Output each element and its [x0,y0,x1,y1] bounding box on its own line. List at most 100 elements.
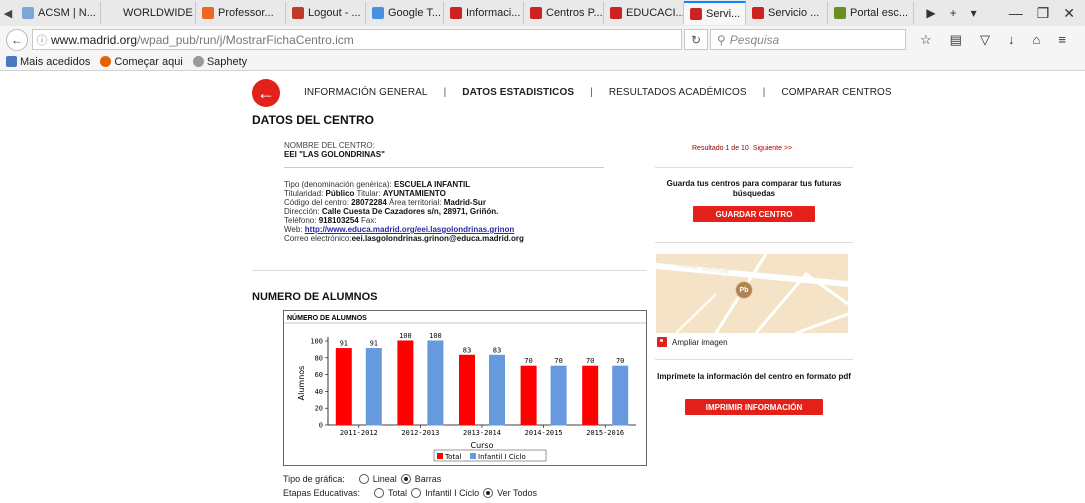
bar-infantil [612,365,629,426]
browser-tab[interactable]: WORLDWIDE ... [101,2,196,24]
barras-label: Barras [414,474,442,484]
browser-tab[interactable]: ACSM | N... [16,2,101,24]
y-tick-label: 100 [310,338,323,346]
divider [252,270,647,271]
tab-label: Logout - ... [308,7,361,19]
radio-ver-todos[interactable] [483,488,494,498]
tab-favicon-icon [292,7,304,19]
bar-value-label: 91 [340,340,348,348]
browser-nav-bar: ← ⓘ www.madrid.org/wpad_pub/run/j/Mostra… [0,26,1085,53]
home-icon[interactable]: ⌂ [1032,32,1040,47]
legend-label-infantil: Infantil I Ciclo [478,453,526,461]
bar-infantil [489,354,505,426]
radio-barras[interactable] [400,474,411,484]
tab-label: Informaci... [466,7,521,19]
restore-icon[interactable]: ❐ [1037,5,1050,22]
url-host: www.madrid.org [51,32,138,47]
close-window-icon[interactable]: ✕ [1063,5,1075,22]
browser-tab[interactable]: Portal esc... [828,2,914,24]
guardar-centro-button[interactable]: GUARDAR CENTRO [693,206,815,222]
fax-label: Fax: [360,216,377,225]
tab-list-icon[interactable]: ▾ [971,6,977,20]
bar-value-label: 83 [463,346,471,354]
ampliar-label: Ampliar imagen [672,337,728,347]
direccion-value: Calle Cuesta De Cazadores s/n, 28971, Gr… [321,207,499,216]
divider [655,167,853,168]
x-axis-label: Curso [470,441,493,450]
titular-label: Titular: [356,189,381,198]
bookmark-mais-acedidos[interactable]: Mais acedidos [6,56,90,68]
alumnos-title: NUMERO DE ALUMNOS [252,291,378,303]
pocket-icon[interactable]: ▽ [980,32,990,48]
tab-label: Servi... [706,8,741,20]
radio-total[interactable] [374,488,385,498]
bookmark-label: Mais acedidos [20,55,91,68]
tab-scroll-right-icon[interactable]: ▶ [926,6,935,20]
nav-info-general[interactable]: INFORMACIÓN GENERAL [304,87,428,98]
map-pin-icon: Pb [735,281,753,299]
download-icon[interactable]: ↓ [1008,32,1015,47]
reload-icon[interactable]: ↻ [684,29,708,50]
bar-chart: NÚMERO DE ALUMNOS 0 20 40 60 80 100 Alumnos 91 91… [284,313,646,462]
etapas-label: Etapas Educativas: [283,488,361,498]
tab-scroll-left-icon[interactable]: ◀ [0,2,16,24]
y-axis-label: Alumnos [297,366,306,401]
bookmark-comecar-aqui[interactable]: Começar aqui [100,55,183,68]
browser-tab[interactable]: Logout - ... [286,2,366,24]
tipo-label: Tipo (denominación genérica): [284,180,392,189]
web-link[interactable]: http://www.educa.madrid.org/eei.lasgolon… [305,225,515,234]
browser-tab[interactable]: Informaci... [444,2,524,24]
titular-value: AYUNTAMIENTO [382,189,446,198]
url-bar[interactable]: ⓘ www.madrid.org/wpad_pub/run/j/MostrarF… [32,29,682,50]
ampliar-imagen-link[interactable]: Ampliar imagen [657,337,728,347]
search-placeholder: Pesquisa [729,32,780,47]
etapas-row: Etapas Educativas: Total Infantil I Cicl… [283,488,537,498]
browser-tab[interactable]: Servi...✕ [684,1,746,25]
tab-label: WORLDWIDE ... [123,7,195,19]
bookmark-label: Começar aqui [114,55,183,68]
bookmark-star-icon[interactable]: ☆ [920,32,932,48]
nav-datos-estadisticos[interactable]: DATOS ESTADISTICOS [462,87,574,98]
search-icon: ⚲ [717,32,726,47]
radio-lineal[interactable] [358,474,369,484]
codigo-label: Código del centro: [284,198,349,207]
tab-label: ACSM | N... [38,7,96,19]
nav-comparar[interactable]: COMPARAR CENTROS [781,87,891,98]
back-arrow-icon[interactable]: ← [252,79,280,107]
imprimir-button[interactable]: IMPRIMIR INFORMACIÓN [685,399,823,415]
legend-label-total: Total [444,453,461,461]
titularidad-value: Público [325,189,355,198]
ver-todos-label: Ver Todos [497,488,537,498]
divider [284,167,604,168]
tipo-value: ESCUELA INFANTIL [394,180,471,189]
tab-label: EDUCACI... [626,7,684,19]
location-map[interactable]: Calle Olivos Pb [656,254,848,333]
site-info-icon[interactable]: ⓘ [33,32,51,48]
correo-value: eei.lasgolondrinas.grinon@educa.madrid.o… [351,234,524,243]
tab-favicon-icon [450,7,462,19]
nombre-label: NOMBRE DEL CENTRO: [284,141,375,150]
minimize-icon[interactable]: — [1009,5,1023,21]
reading-list-icon[interactable]: ▤ [950,32,962,48]
browser-tab[interactable]: EDUCACI... [604,2,684,24]
x-tick-label: 2014-2015 [525,429,563,437]
nav-separator: | [443,87,447,98]
browser-tab[interactable]: Servicio ... [746,2,828,24]
search-input[interactable]: ⚲ Pesquisa [710,29,906,50]
section-nav: INFORMACIÓN GENERAL | DATOS ESTADISTICOS… [304,87,892,98]
browser-tab[interactable]: Centros P... [524,2,604,24]
nav-resultados[interactable]: RESULTADOS ACADÉMICOS [609,87,747,98]
bar-value-label: 70 [616,357,624,365]
bookmark-saphety[interactable]: Saphety [192,56,247,68]
area-value: Madrid-Sur [443,198,486,207]
radio-infantil[interactable] [411,488,422,498]
browser-tab[interactable]: Google T... [366,2,444,24]
browser-tab[interactable]: Professor... [196,2,286,24]
siguiente-link[interactable]: Siguiente >> [753,145,792,152]
new-tab-icon[interactable]: + [950,6,957,20]
menu-icon[interactable]: ≡ [1058,32,1066,47]
map-marker-icon [657,337,667,347]
nav-separator: | [762,87,766,98]
back-icon[interactable]: ← [6,28,28,51]
tab-label: Centros P... [546,7,603,19]
